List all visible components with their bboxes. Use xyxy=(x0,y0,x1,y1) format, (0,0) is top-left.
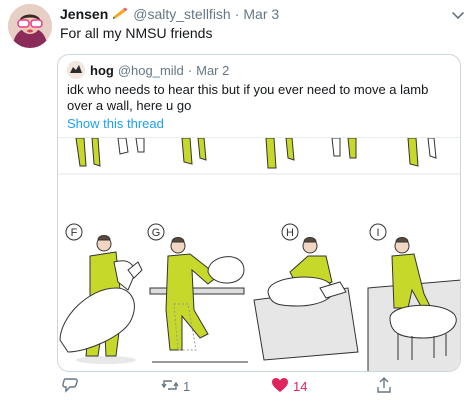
reply-icon xyxy=(61,376,79,397)
quoted-avatar xyxy=(67,61,85,79)
author-name[interactable]: Jensen xyxy=(60,6,108,22)
reply-button[interactable] xyxy=(61,376,83,397)
panel-f-figure xyxy=(59,235,143,364)
panel-label-i: I xyxy=(376,227,379,239)
retweet-count: 1 xyxy=(183,379,191,394)
author-handle[interactable]: @salty_stellfish xyxy=(133,6,230,22)
quoted-text: idk who needs to hear this but if you ev… xyxy=(67,82,429,113)
retweet-icon xyxy=(161,376,179,397)
quoted-author-handle: @hog_mild xyxy=(117,62,184,78)
panel-g-figure xyxy=(149,237,248,363)
top-panel-strip xyxy=(75,138,437,169)
panel-label-g: G xyxy=(152,227,161,239)
panel-h-figure xyxy=(253,237,359,361)
meta-separator: · xyxy=(234,6,240,22)
chevron-down-icon[interactable] xyxy=(451,8,465,22)
avatar-image xyxy=(8,4,52,48)
share-icon xyxy=(375,376,393,397)
quoted-separator: · xyxy=(187,62,193,78)
share-button[interactable] xyxy=(375,376,393,397)
quoted-tweet[interactable]: hog @hog_mild · Mar 2 idk who needs to h… xyxy=(57,54,461,372)
quoted-date: Mar 2 xyxy=(196,62,230,78)
tweet-date[interactable]: Mar 3 xyxy=(243,6,279,22)
tweet-text: For all my NMSU friends xyxy=(60,25,213,41)
panel-label-h: H xyxy=(286,227,294,239)
tweet-header: Jensen @salty_stellfish · Mar 3 xyxy=(60,6,279,22)
tweet-actions: 1 14 xyxy=(57,376,467,400)
lamb-instructions-illustration: F G H I xyxy=(58,138,460,371)
quoted-media-image[interactable]: F G H I xyxy=(58,137,460,371)
panel-i-figure xyxy=(367,237,460,371)
avatar[interactable] xyxy=(8,4,52,48)
like-button[interactable]: 14 xyxy=(271,376,307,397)
heart-icon xyxy=(271,376,289,397)
quoted-header: hog @hog_mild · Mar 2 xyxy=(67,61,229,79)
quoted-author-name: hog xyxy=(90,62,114,78)
show-thread-link[interactable]: Show this thread xyxy=(67,116,164,131)
like-count: 14 xyxy=(293,379,308,394)
retweet-button[interactable]: 1 xyxy=(161,376,190,397)
pencil-emoji-icon xyxy=(112,6,128,22)
panel-label-f: F xyxy=(71,227,78,239)
